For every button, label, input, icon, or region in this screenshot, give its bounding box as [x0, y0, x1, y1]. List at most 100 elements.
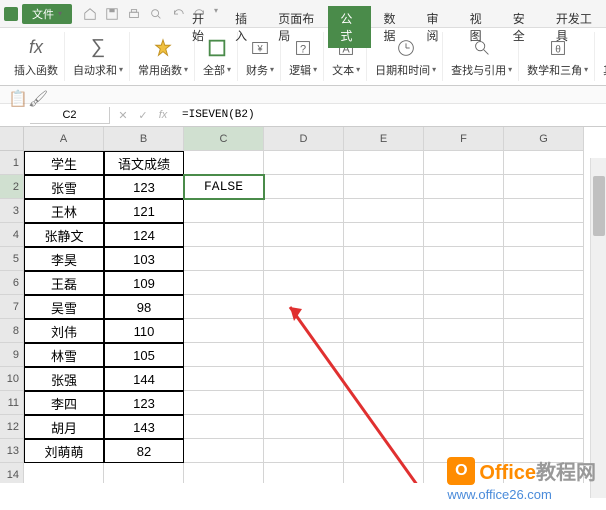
cell[interactable] [344, 439, 424, 463]
col-header-e[interactable]: E [344, 127, 424, 151]
cell[interactable] [264, 151, 344, 175]
spreadsheet-grid[interactable]: A B C D E F G 1 学生 语文成绩 2 张雪 123 FALSE 3… [0, 127, 606, 483]
cell[interactable] [504, 343, 584, 367]
cell[interactable]: 121 [104, 199, 184, 223]
cell[interactable]: 刘伟 [24, 319, 104, 343]
cell[interactable]: 143 [104, 415, 184, 439]
cell[interactable] [504, 415, 584, 439]
cell[interactable] [184, 463, 264, 483]
cell[interactable] [504, 295, 584, 319]
cell[interactable] [504, 151, 584, 175]
tab-developer[interactable]: 开发工具 [544, 6, 606, 48]
cell[interactable] [264, 271, 344, 295]
cell[interactable] [344, 271, 424, 295]
cell[interactable]: 张强 [24, 367, 104, 391]
tab-review[interactable]: 审阅 [415, 6, 458, 48]
print-preview-icon[interactable] [148, 6, 164, 22]
cell[interactable]: 学生 [24, 151, 104, 175]
cell[interactable]: 胡月 [24, 415, 104, 439]
brush-icon[interactable]: 🖌 [28, 89, 40, 101]
row-header[interactable]: 3 [0, 199, 24, 223]
cell[interactable] [264, 343, 344, 367]
row-header[interactable]: 9 [0, 343, 24, 367]
cancel-formula-icon[interactable]: ✕ [116, 108, 130, 122]
cell[interactable] [264, 295, 344, 319]
tab-formulas[interactable]: 公式 [328, 6, 371, 48]
cell[interactable] [264, 223, 344, 247]
row-header[interactable]: 4 [0, 223, 24, 247]
cell[interactable] [504, 247, 584, 271]
cell[interactable] [424, 295, 504, 319]
home-icon[interactable] [82, 6, 98, 22]
cell[interactable]: 110 [104, 319, 184, 343]
cell[interactable]: 刘萌萌 [24, 439, 104, 463]
col-header-g[interactable]: G [504, 127, 584, 151]
cell[interactable]: 124 [104, 223, 184, 247]
cell[interactable]: 98 [104, 295, 184, 319]
file-menu-button[interactable]: 文件 ▾ [22, 4, 72, 24]
cell[interactable]: 张雪 [24, 175, 104, 199]
cell[interactable] [504, 175, 584, 199]
cell[interactable] [264, 319, 344, 343]
cell[interactable] [264, 439, 344, 463]
cell[interactable] [264, 175, 344, 199]
cell[interactable] [264, 367, 344, 391]
cell[interactable] [504, 199, 584, 223]
col-header-a[interactable]: A [24, 127, 104, 151]
row-header[interactable]: 14 [0, 463, 24, 483]
cell[interactable]: 109 [104, 271, 184, 295]
cell[interactable] [424, 391, 504, 415]
cell[interactable] [184, 151, 264, 175]
cell[interactable] [104, 463, 184, 483]
col-header-f[interactable]: F [424, 127, 504, 151]
cell[interactable] [264, 199, 344, 223]
vertical-scrollbar[interactable] [590, 158, 606, 498]
ribbon-insert-function[interactable]: fx 插入函数 [8, 32, 65, 81]
cell[interactable]: 张静文 [24, 223, 104, 247]
cell[interactable] [184, 439, 264, 463]
row-header[interactable]: 11 [0, 391, 24, 415]
row-header[interactable]: 5 [0, 247, 24, 271]
tab-security[interactable]: 安全 [501, 6, 544, 48]
cell[interactable] [424, 199, 504, 223]
row-header[interactable]: 13 [0, 439, 24, 463]
cell[interactable] [264, 463, 344, 483]
cell[interactable] [184, 271, 264, 295]
row-header[interactable]: 12 [0, 415, 24, 439]
active-cell[interactable]: FALSE [184, 175, 264, 199]
cell[interactable]: 123 [104, 391, 184, 415]
cell[interactable]: 林雪 [24, 343, 104, 367]
tab-data[interactable]: 数据 [371, 6, 414, 48]
row-header[interactable]: 1 [0, 151, 24, 175]
col-header-d[interactable]: D [264, 127, 344, 151]
cell[interactable]: 王林 [24, 199, 104, 223]
cell[interactable] [344, 151, 424, 175]
row-header[interactable]: 6 [0, 271, 24, 295]
cell[interactable] [344, 343, 424, 367]
cell[interactable] [344, 295, 424, 319]
print-icon[interactable] [126, 6, 142, 22]
cell[interactable] [504, 367, 584, 391]
cell[interactable] [344, 367, 424, 391]
cell[interactable] [264, 415, 344, 439]
row-header[interactable]: 2 [0, 175, 24, 199]
cell[interactable] [264, 391, 344, 415]
cell[interactable]: 144 [104, 367, 184, 391]
cell[interactable] [424, 151, 504, 175]
formula-input[interactable]: =ISEVEN(B2) [176, 107, 606, 123]
name-box[interactable] [30, 107, 110, 124]
row-header[interactable]: 7 [0, 295, 24, 319]
cell[interactable] [424, 247, 504, 271]
cell[interactable] [424, 367, 504, 391]
select-all-corner[interactable] [0, 127, 24, 151]
cell[interactable] [24, 463, 104, 483]
ribbon-autosum[interactable]: ∑ 自动求和▾ [67, 32, 130, 81]
tab-view[interactable]: 视图 [458, 6, 501, 48]
cell[interactable] [504, 271, 584, 295]
cell[interactable] [184, 415, 264, 439]
row-header[interactable]: 8 [0, 319, 24, 343]
cell[interactable] [184, 247, 264, 271]
cell[interactable] [344, 463, 424, 483]
cell[interactable] [504, 319, 584, 343]
tab-insert[interactable]: 插入 [223, 6, 266, 48]
